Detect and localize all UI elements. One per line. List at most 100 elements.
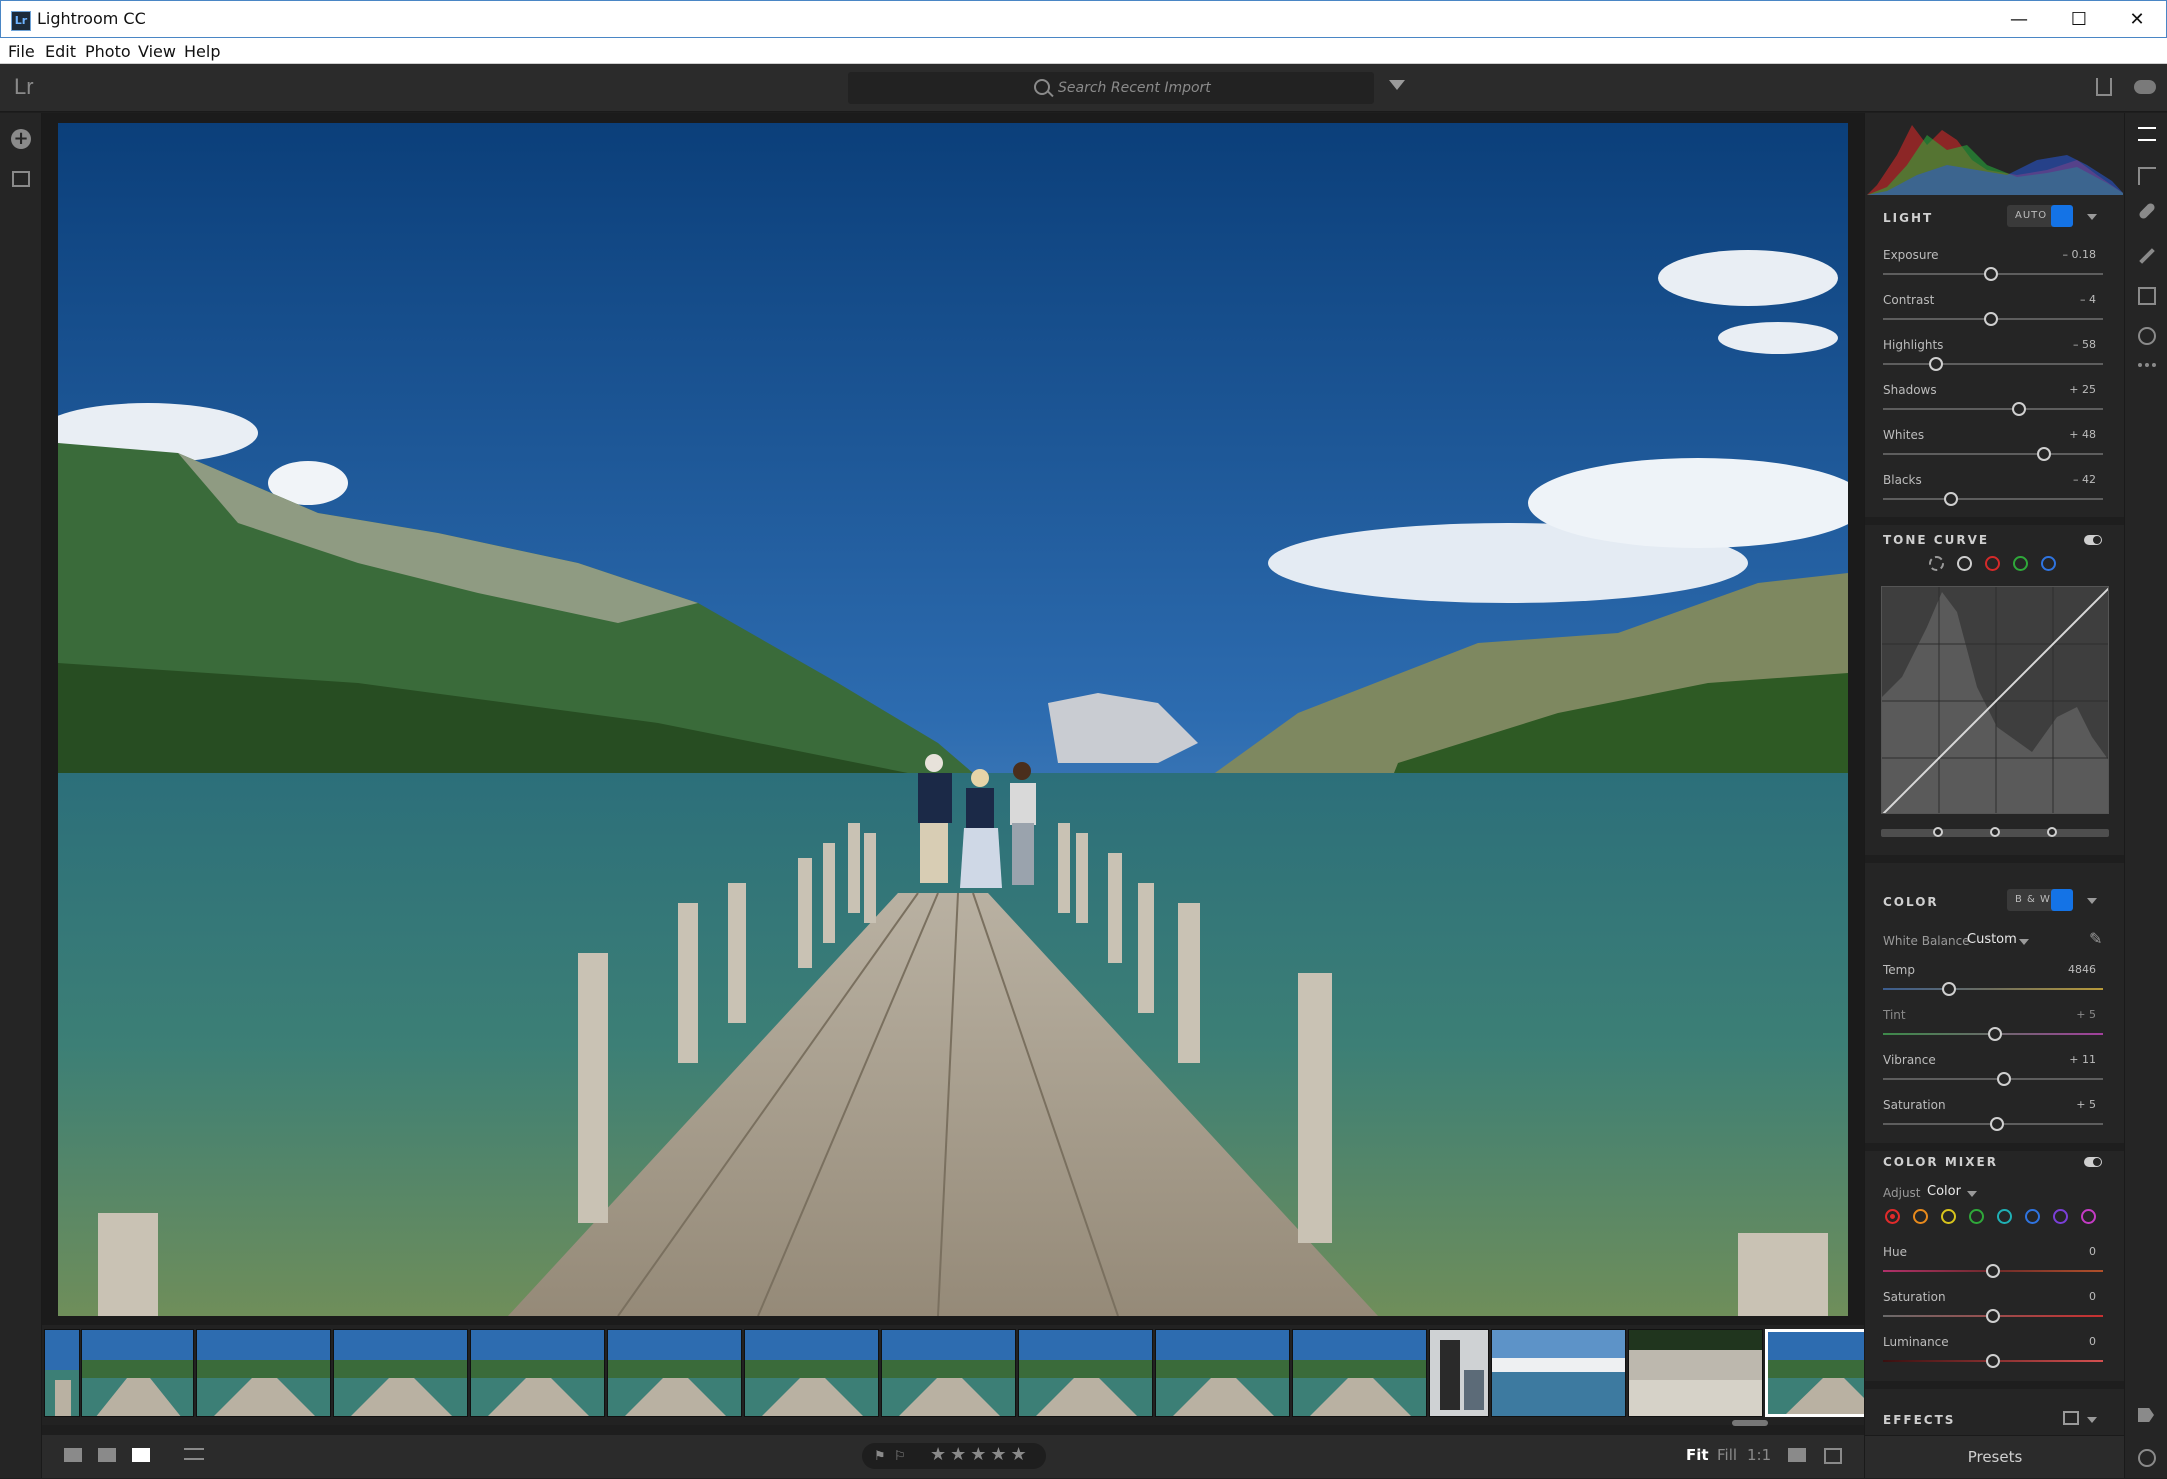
filmstrip-toggle-icon[interactable]	[1788, 1448, 1806, 1462]
flag-reject-icon[interactable]: ⚐	[894, 1449, 906, 1464]
close-button[interactable]: ✕	[2107, 1, 2167, 39]
menu-edit[interactable]: Edit	[45, 42, 76, 61]
filmstrip-thumb[interactable]	[44, 1329, 80, 1417]
sort-icon[interactable]	[184, 1448, 204, 1460]
auto-button[interactable]: AUTO	[2007, 205, 2056, 227]
red-swatch[interactable]	[1885, 1209, 1900, 1224]
blacks-value[interactable]: – 42	[2073, 473, 2096, 486]
eyedropper-icon[interactable]: ✎	[2089, 929, 2102, 948]
highlights-knob[interactable]	[1928, 357, 1943, 371]
chevron-down-icon[interactable]	[1967, 1191, 1977, 1197]
blue-swatch[interactable]	[2025, 1209, 2040, 1224]
tone-curve-graph[interactable]	[1881, 586, 2109, 814]
filmstrip-thumb[interactable]	[607, 1329, 742, 1417]
filmstrip-thumb[interactable]	[744, 1329, 879, 1417]
filter-icon[interactable]	[1389, 80, 1405, 90]
main-photo[interactable]	[58, 123, 1848, 1316]
menu-photo[interactable]: Photo	[85, 42, 131, 61]
chevron-down-icon[interactable]	[2019, 939, 2029, 945]
magenta-swatch[interactable]	[2081, 1209, 2096, 1224]
square-grid-view-icon[interactable]	[64, 1448, 82, 1462]
midtones-split-knob[interactable]	[1990, 827, 2000, 837]
whites-value[interactable]: + 48	[2069, 428, 2096, 441]
compare-view-icon[interactable]	[1824, 1448, 1842, 1464]
tint-knob[interactable]	[1988, 1027, 2003, 1041]
more-options-icon[interactable]	[2138, 363, 2156, 367]
temp-value[interactable]: 4846	[2068, 963, 2096, 976]
menu-file[interactable]: File	[8, 42, 35, 61]
aqua-swatch[interactable]	[1997, 1209, 2012, 1224]
temp-knob[interactable]	[1942, 982, 1956, 996]
filmstrip-thumb[interactable]	[1018, 1329, 1153, 1417]
filmstrip-thumb[interactable]	[196, 1329, 331, 1417]
contrast-value[interactable]: – 4	[2080, 293, 2096, 306]
vibrance-knob[interactable]	[1997, 1072, 2011, 1086]
brush-icon[interactable]	[2139, 248, 2155, 264]
hue-knob[interactable]	[1986, 1264, 2000, 1278]
chevron-down-icon[interactable]	[2087, 898, 2097, 904]
shadows-slider[interactable]	[1883, 402, 2103, 416]
whites-slider[interactable]	[1883, 447, 2103, 461]
shadows-value[interactable]: + 25	[2069, 383, 2096, 396]
yellow-swatch[interactable]	[1941, 1209, 1956, 1224]
add-photos-icon[interactable]: +	[11, 129, 31, 149]
filmstrip-thumb[interactable]	[1491, 1329, 1626, 1417]
temp-slider[interactable]	[1883, 982, 2103, 996]
contrast-slider[interactable]	[1883, 312, 2103, 326]
zoom-fit[interactable]: Fit	[1686, 1446, 1709, 1464]
luminance-knob[interactable]	[1986, 1354, 2000, 1368]
blacks-knob[interactable]	[1944, 492, 1959, 506]
tone-curve-toggle-button[interactable]	[2051, 205, 2073, 227]
mixer-saturation-value[interactable]: 0	[2089, 1290, 2096, 1303]
hue-value[interactable]: 0	[2089, 1245, 2096, 1258]
cloud-sync-icon[interactable]	[2134, 80, 2156, 94]
luminance-channel-icon[interactable]	[1957, 556, 1972, 571]
blacks-slider[interactable]	[1883, 492, 2103, 506]
tint-value[interactable]: + 5	[2076, 1008, 2096, 1021]
shadows-knob[interactable]	[2012, 402, 2027, 416]
tag-icon[interactable]	[2138, 1408, 2154, 1422]
effects-section-title[interactable]: EFFECTS	[1883, 1413, 1955, 1427]
zoom-fill[interactable]: Fill	[1717, 1446, 1737, 1464]
filmstrip-thumb[interactable]	[1628, 1329, 1763, 1417]
exposure-knob[interactable]	[1983, 267, 1998, 281]
maximize-button[interactable]: ☐	[2049, 1, 2109, 39]
filmstrip-thumb[interactable]	[881, 1329, 1016, 1417]
saturation-slider[interactable]	[1883, 1117, 2103, 1131]
photo-grid-view-icon[interactable]	[98, 1448, 116, 1462]
filmstrip-scrollbar[interactable]	[1732, 1420, 1768, 1426]
highlights-split-knob[interactable]	[2047, 827, 2057, 837]
zoom-1-to-1[interactable]: 1:1	[1747, 1446, 1771, 1464]
tone-curve-section-title[interactable]: TONE CURVE	[1883, 533, 1989, 547]
orange-swatch[interactable]	[1913, 1209, 1928, 1224]
vignette-icon[interactable]	[2063, 1411, 2079, 1425]
presets-button[interactable]: Presets	[1865, 1435, 2125, 1478]
saturation-value[interactable]: + 5	[2076, 1098, 2096, 1111]
parametric-channel-icon[interactable]	[1929, 556, 1944, 571]
tone-curve-split-slider[interactable]	[1881, 827, 2109, 837]
exposure-value[interactable]: – 0.18	[2063, 248, 2097, 261]
green-swatch[interactable]	[1969, 1209, 1984, 1224]
flag-pick-icon[interactable]: ⚑	[874, 1449, 886, 1464]
search-input[interactable]	[1058, 77, 1358, 99]
healing-brush-icon[interactable]	[2137, 201, 2157, 221]
shadows-split-knob[interactable]	[1933, 827, 1943, 837]
edit-sliders-icon[interactable]	[2138, 127, 2156, 141]
white-balance-select[interactable]: Custom	[1967, 932, 2017, 947]
menu-help[interactable]: Help	[184, 42, 220, 61]
highlights-value[interactable]: – 58	[2073, 338, 2096, 351]
contrast-knob[interactable]	[1983, 312, 1998, 326]
color-wheel-button[interactable]	[2051, 889, 2073, 911]
tint-slider[interactable]	[1883, 1027, 2103, 1041]
tone-curve-enable-toggle[interactable]	[2084, 535, 2102, 545]
hue-slider[interactable]	[1883, 1264, 2103, 1278]
light-section-title[interactable]: LIGHT	[1883, 211, 1933, 225]
purple-swatch[interactable]	[2053, 1209, 2068, 1224]
vibrance-value[interactable]: + 11	[2069, 1053, 2096, 1066]
whites-knob[interactable]	[2036, 447, 2051, 461]
color-section-title[interactable]: COLOR	[1883, 895, 1939, 909]
filmstrip-thumb[interactable]	[470, 1329, 605, 1417]
saturation-knob[interactable]	[1990, 1117, 2005, 1131]
highlights-slider[interactable]	[1883, 357, 2103, 371]
mixer-saturation-knob[interactable]	[1986, 1309, 2000, 1323]
